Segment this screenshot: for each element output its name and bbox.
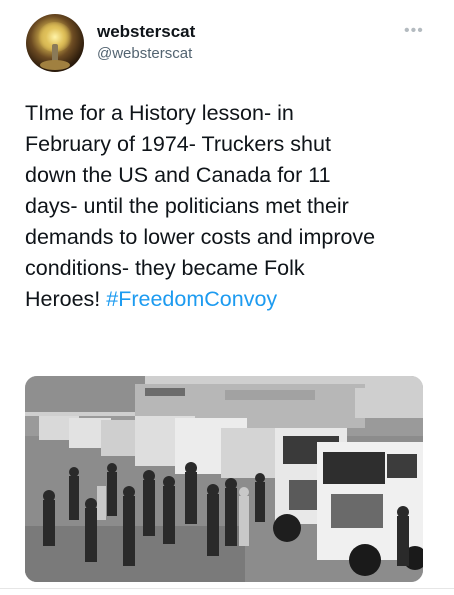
photo-trucks-convoy <box>25 376 423 582</box>
tweet-text: TIme for a History lesson- in February o… <box>25 98 435 315</box>
avatar[interactable] <box>26 14 84 72</box>
user-handle[interactable]: @websterscat <box>97 45 192 62</box>
hashtag-link[interactable]: #FreedomConvoy <box>106 287 277 311</box>
avatar-base <box>40 60 70 70</box>
tweet-body: TIme for a History lesson- in February o… <box>25 101 376 311</box>
display-name[interactable]: websterscat <box>97 22 195 42</box>
bottom-divider <box>0 588 454 589</box>
tweet-photo[interactable] <box>25 376 423 582</box>
more-dots-icon[interactable]: ••• <box>404 22 424 40</box>
tweet-header: websterscat @websterscat ••• <box>0 0 454 80</box>
